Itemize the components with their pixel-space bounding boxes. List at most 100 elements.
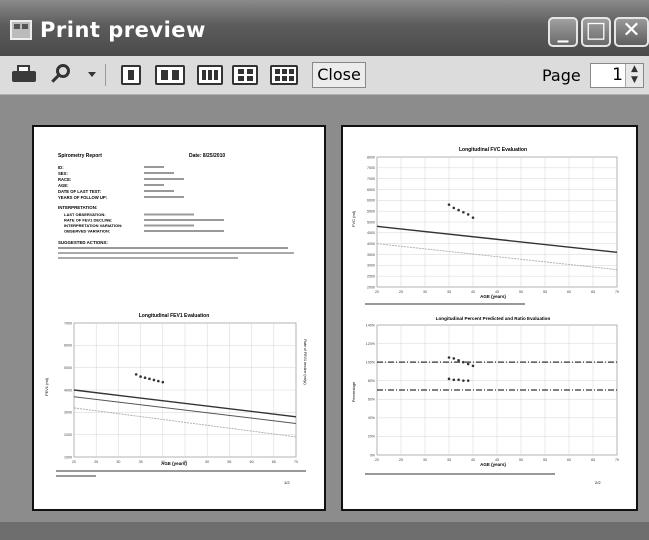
y-tick-label: 40% [368, 416, 376, 420]
one-page-layout-button[interactable] [121, 65, 141, 85]
data-point [462, 360, 465, 364]
page-number-value: 1 [612, 65, 623, 85]
zoom-dropdown-chevron-icon[interactable] [88, 72, 96, 77]
data-point [157, 379, 160, 383]
y-tick-label: 1000 [64, 455, 72, 459]
x-tick-label: 20 [375, 290, 379, 294]
x-tick-label: 60 [567, 458, 571, 462]
data-point [452, 357, 456, 360]
report-field-value [144, 196, 184, 198]
x-tick-label: 20 [72, 460, 76, 464]
close-button[interactable]: Close [312, 62, 366, 88]
report-field-label: AGE: [58, 183, 68, 188]
fvc-chart: Longitudinal FVC Evaluation FVC (ml) AGE… [351, 147, 619, 299]
fev1-ylabel: FEV1 (ml) [44, 377, 49, 396]
y-tick-label: 5000 [367, 220, 375, 224]
report-field-label: YEARS OF FOLLOW UP: [58, 195, 107, 200]
data-point [462, 210, 465, 214]
data-point [466, 379, 470, 383]
y-tick-label: 5500 [367, 209, 375, 213]
x-tick-label: 20 [375, 458, 379, 462]
fev1-chart-title: Longitudinal FEV1 Evaluation [139, 313, 210, 319]
printer-icon[interactable] [12, 64, 36, 86]
report-title: Spirometry Report [58, 153, 102, 159]
title-bar[interactable]: Print preview _ □ ✕ [0, 0, 649, 56]
y-tick-label: 6000 [64, 344, 72, 348]
stepper-arrows-icon[interactable]: ▲ ▼ [625, 64, 643, 87]
page-1-canvas: Spirometry Report Date: 8/25/2010 ID:SEX… [44, 153, 307, 485]
y-tick-label: 2000 [64, 433, 72, 437]
toolbar: Close Page 1 ▲ ▼ [0, 56, 649, 95]
x-tick-label: 30 [423, 290, 427, 294]
x-tick-label: 30 [423, 458, 427, 462]
print-preview-app-icon [10, 20, 32, 40]
data-point [466, 362, 470, 366]
data-point [161, 380, 165, 384]
x-tick-label: 40 [161, 460, 165, 464]
preview-page-2[interactable]: Longitudinal FVC Evaluation FVC (ml) AGE… [341, 125, 638, 511]
y-tick-label: 6500 [367, 188, 375, 192]
suggested-actions-heading: SUGGESTED ACTIONS: [58, 240, 108, 245]
interpretation-item-value [144, 230, 224, 232]
x-tick-label: 25 [399, 290, 403, 294]
x-tick-label: 35 [447, 458, 451, 462]
interpretation-item-value [144, 213, 194, 216]
interpretation-item-label: RATE OF FEV1 DECLINE: [64, 218, 112, 223]
interpretation-heading: INTERPRETATION: [58, 205, 98, 210]
x-tick-label: 45 [495, 458, 499, 462]
print-preview-window: Print preview _ □ ✕ Close Page 1 ▲ ▼ Spi… [0, 0, 649, 540]
report-field-value [144, 190, 174, 192]
maximize-icon: □ [585, 18, 607, 43]
data-point [457, 208, 460, 212]
fvc-chart-title: Longitudinal FVC Evaluation [459, 147, 527, 153]
x-tick-label: 55 [543, 290, 547, 294]
y-tick-label: 3500 [367, 253, 375, 257]
y-tick-label: 20% [368, 435, 376, 439]
x-tick-label: 65 [272, 460, 276, 464]
interpretation-item-value [144, 224, 194, 227]
page-number-stepper[interactable]: 1 ▲ ▼ [590, 63, 644, 88]
interpretation-item-value [144, 219, 224, 221]
interpretation-item-label: INTERPRETATION VARIATION: [64, 223, 122, 228]
close-window-button[interactable]: ✕ [614, 17, 649, 47]
preview-area[interactable]: Spirometry Report Date: 8/25/2010 ID: SEX… [0, 95, 649, 540]
preview-page-1[interactable]: Spirometry Report Date: 8/25/2010 ID: SEX… [32, 125, 326, 511]
fev1-y2label: Rate of FEV1 decline (ml/yr) [303, 339, 307, 384]
maximize-button[interactable]: □ [581, 17, 611, 47]
data-point [139, 375, 142, 378]
x-tick-label: 45 [495, 290, 499, 294]
magnifier-icon[interactable] [50, 64, 74, 86]
two-pages-layout-button[interactable] [155, 65, 185, 85]
data-point [447, 203, 451, 206]
x-tick-label: 45 [183, 460, 187, 464]
x-tick-label: 65 [591, 458, 595, 462]
y-tick-label: 80% [368, 379, 376, 383]
data-point [457, 378, 460, 382]
close-icon: ✕ [622, 18, 641, 43]
y-tick-label: 60% [368, 398, 376, 402]
interpretation-item-label: LAST OBSERVATION: [64, 212, 106, 217]
data-point [471, 216, 475, 219]
data-point [462, 379, 465, 383]
y-tick-label: 3000 [64, 411, 72, 415]
y-tick-label: 2000 [367, 285, 375, 289]
y-tick-label: 2500 [367, 274, 375, 278]
fvc-xlabel: AGE (years) [480, 294, 506, 299]
three-pages-layout-button[interactable] [197, 65, 223, 85]
report-field-label: SEX: [58, 171, 68, 176]
x-tick-label: 60 [567, 290, 571, 294]
y-tick-label: 3000 [367, 264, 375, 268]
data-point [134, 373, 138, 376]
four-pages-layout-button[interactable] [232, 65, 258, 85]
minimize-button[interactable]: _ [548, 17, 578, 47]
x-tick-label: 55 [227, 460, 231, 464]
y-tick-label: 5000 [64, 366, 72, 370]
y-tick-label: 8000 [367, 155, 375, 159]
data-point [471, 364, 475, 368]
six-pages-layout-button[interactable] [270, 65, 298, 85]
x-tick-label: 50 [205, 460, 209, 464]
fev1-chart: Longitudinal FEV1 Evaluation FEV1 (ml) A… [44, 313, 307, 466]
data-point [447, 377, 451, 381]
report-field-label: DATE OF LAST TEST: [58, 189, 101, 194]
data-point [466, 213, 470, 216]
